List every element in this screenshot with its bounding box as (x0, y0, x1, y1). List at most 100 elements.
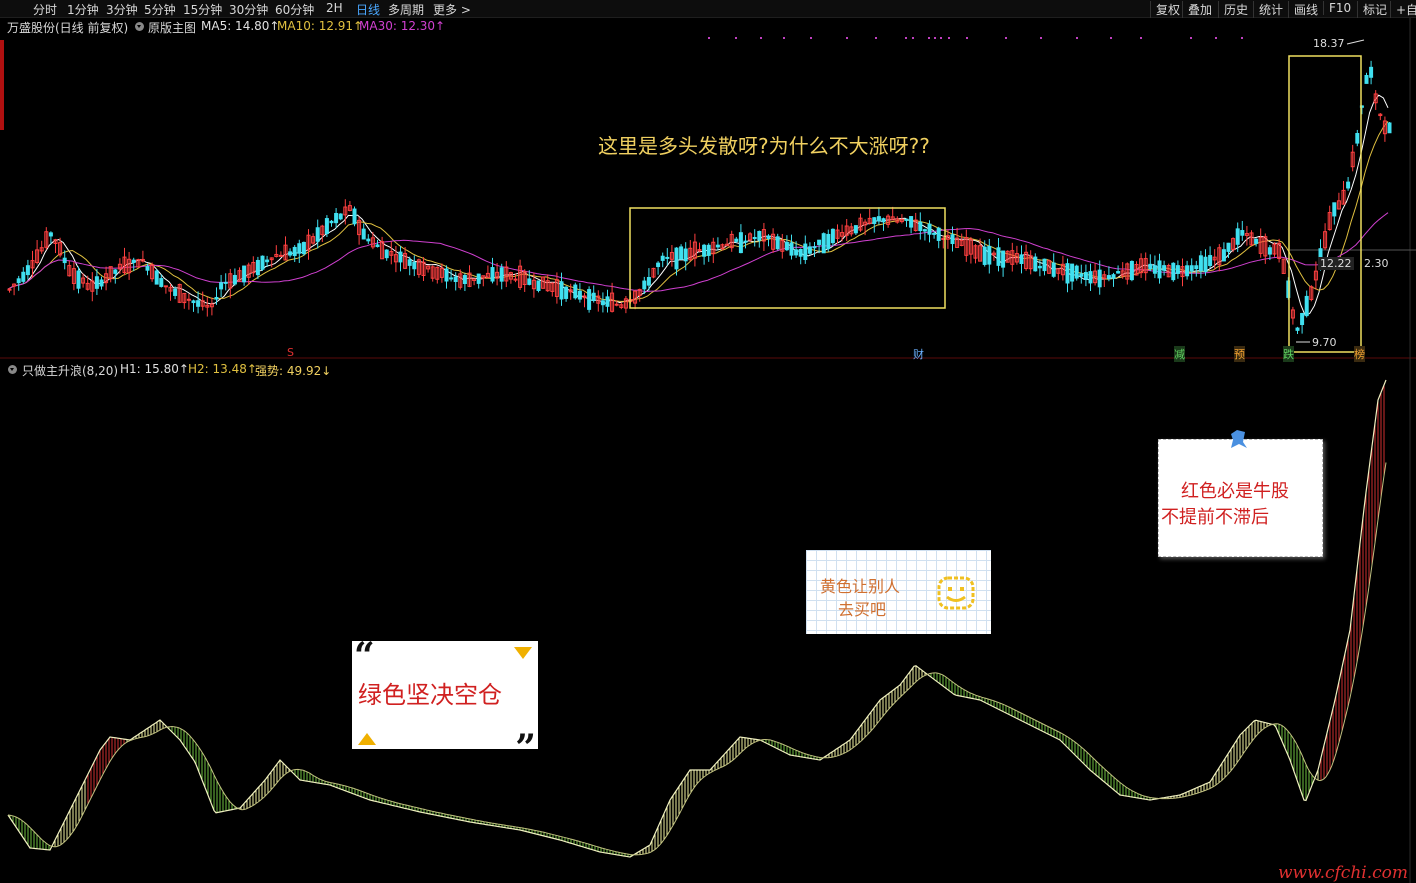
close-quote-icon: ” (515, 727, 536, 769)
candle (761, 222, 766, 252)
candle (518, 259, 523, 290)
watermark-text: www.cfchi.com (1277, 863, 1408, 883)
candle (867, 208, 872, 225)
candle (1129, 260, 1134, 282)
candle (826, 229, 831, 252)
candle (481, 275, 486, 287)
candle (168, 283, 173, 301)
signal-dot (905, 37, 907, 39)
candle (651, 267, 656, 279)
candle (499, 263, 504, 290)
event-marker-finance[interactable]: 财 (913, 346, 924, 362)
candle (1111, 272, 1116, 287)
candle (1083, 264, 1088, 287)
candle (660, 252, 665, 268)
candle (715, 237, 720, 251)
candle (784, 235, 789, 252)
candle (909, 216, 914, 234)
candle (186, 293, 191, 310)
candle (964, 229, 969, 262)
candle (959, 233, 964, 247)
smiley-icon (937, 576, 975, 610)
candle (679, 244, 684, 260)
candle (757, 230, 762, 248)
event-marker-fall[interactable]: 跌 (1283, 346, 1294, 362)
signal-dot (846, 37, 848, 39)
green-note-card: “ ” 绿色坚决空仓 (352, 635, 538, 769)
candle (269, 257, 274, 268)
candle (1097, 260, 1102, 295)
candle (131, 257, 136, 272)
candle (771, 228, 776, 253)
candle (1258, 228, 1263, 258)
candle (62, 250, 67, 270)
candle (311, 233, 316, 245)
candle (1051, 253, 1056, 278)
candle (393, 245, 398, 273)
price-high-label: 18.37 (1313, 37, 1345, 50)
candle (228, 268, 233, 299)
candle (1060, 255, 1065, 281)
candle (1249, 230, 1254, 247)
event-marker-reduce[interactable]: 减 (1174, 346, 1185, 362)
event-marker-s[interactable]: S (287, 346, 294, 359)
candle (918, 212, 923, 240)
signal-dot (1040, 37, 1042, 39)
candle (1355, 129, 1360, 147)
candle (738, 224, 743, 254)
candle (996, 237, 1001, 272)
candle (150, 262, 155, 282)
candle (1093, 262, 1098, 286)
candle (858, 213, 863, 232)
candle (389, 241, 394, 265)
event-marker-forecast[interactable]: 预 (1234, 346, 1245, 362)
candle (458, 269, 463, 290)
candle (25, 259, 30, 280)
candle (1350, 144, 1355, 172)
candle (251, 256, 256, 277)
candle (1166, 263, 1171, 278)
candle (872, 217, 877, 233)
candle (191, 299, 196, 312)
candle (67, 260, 72, 277)
candle (1180, 258, 1185, 287)
candle (1217, 244, 1222, 272)
candle (922, 228, 927, 241)
candle (656, 261, 661, 275)
candle (789, 234, 794, 260)
candle (743, 235, 748, 249)
candle (12, 283, 17, 296)
candle (219, 274, 224, 297)
candle (821, 232, 826, 254)
candle (357, 216, 362, 245)
candle (205, 297, 210, 317)
candle (1295, 326, 1300, 334)
candle (306, 229, 311, 260)
candle (596, 290, 601, 312)
signal-dot (1005, 37, 1007, 39)
candle (1074, 264, 1079, 281)
candle (541, 276, 546, 289)
candle (288, 248, 293, 258)
candle (587, 286, 592, 313)
candle (1065, 258, 1070, 293)
candle (490, 257, 495, 284)
candle (1373, 90, 1378, 110)
candle (619, 302, 624, 310)
candle (550, 282, 555, 297)
candle (968, 236, 973, 264)
candle (1005, 250, 1010, 263)
candle (274, 245, 279, 258)
candle (573, 282, 578, 300)
candle (122, 247, 127, 276)
green-note-text: 绿色坚决空仓 (358, 681, 502, 709)
candle (380, 236, 385, 260)
candle (416, 258, 421, 278)
candle (1332, 202, 1337, 225)
candle (913, 212, 918, 232)
event-marker-list[interactable]: 榜 (1354, 346, 1365, 362)
candle (582, 292, 587, 308)
candle (1290, 306, 1295, 325)
candle (366, 234, 371, 245)
candle (812, 241, 817, 257)
